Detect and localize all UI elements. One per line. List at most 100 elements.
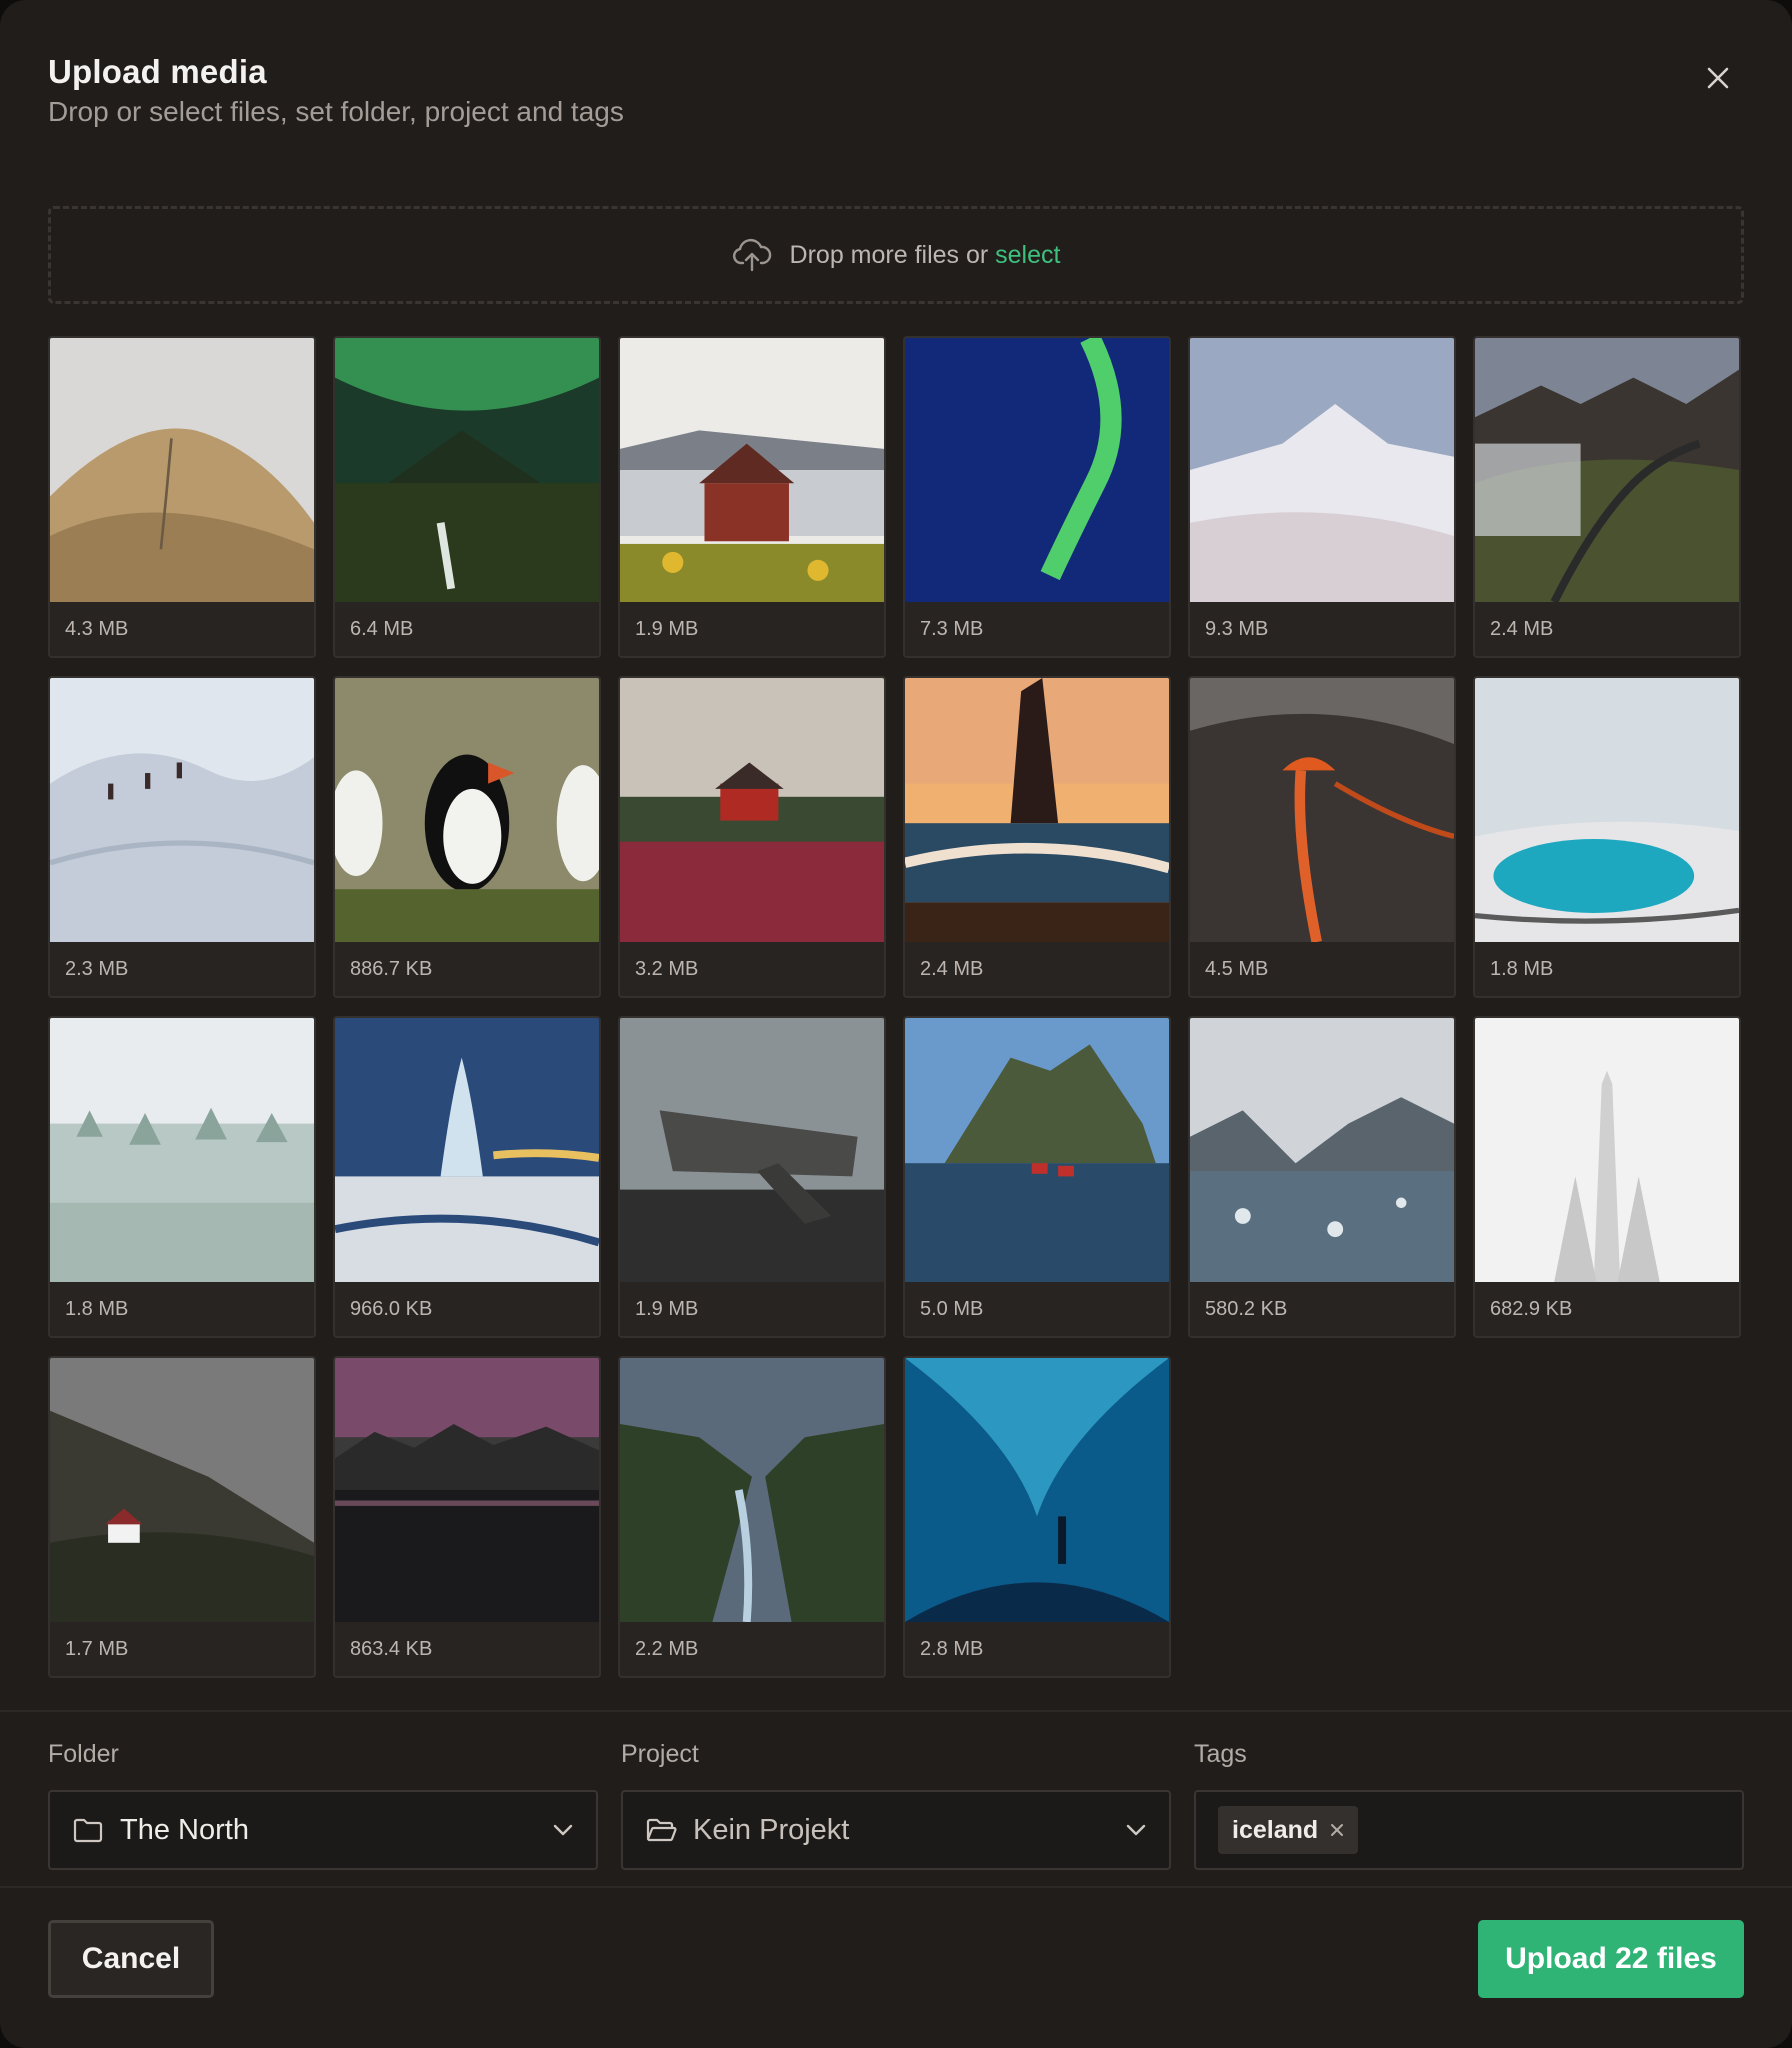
upload-options: Folder The North Project Kein Projekt Ta… xyxy=(48,1736,1744,1870)
thumbnail-image xyxy=(620,1018,884,1282)
file-size: 9.3 MB xyxy=(1205,618,1269,640)
thumbnail-image xyxy=(620,1358,884,1622)
folder-label: Folder xyxy=(48,1740,119,1768)
folder-field: Folder The North xyxy=(48,1736,598,1870)
file-size: 3.2 MB xyxy=(635,958,699,980)
dialog-title: Upload media xyxy=(48,53,267,90)
tags-label: Tags xyxy=(1194,1740,1247,1768)
file-size: 5.0 MB xyxy=(920,1298,984,1320)
file-size: 966.0 KB xyxy=(350,1298,433,1320)
project-value: Kein Projekt xyxy=(693,1813,850,1846)
file-thumbnail-card[interactable]: 7.3 MB xyxy=(903,336,1171,658)
thumbnail-image xyxy=(620,678,884,942)
select-files-link[interactable]: select xyxy=(995,241,1060,269)
file-grid: 4.3 MB 6.4 MB 1.9 MB 7.3 MB 9.3 MB 2.4 MB 2.3 … xyxy=(48,336,1741,1678)
upload-media-dialog: Upload media Drop or select files, set f… xyxy=(0,0,1792,2048)
divider xyxy=(0,1886,1792,1888)
file-thumbnail-card[interactable]: 2.4 MB xyxy=(1473,336,1741,658)
project-select[interactable]: Kein Projekt xyxy=(621,1790,1171,1870)
thumbnail-image xyxy=(50,678,314,942)
file-thumbnail-card[interactable]: 6.4 MB xyxy=(333,336,601,658)
project-label: Project xyxy=(621,1740,699,1768)
close-icon xyxy=(1331,1824,1344,1836)
thumbnail-image xyxy=(1190,678,1454,942)
close-icon xyxy=(1707,67,1729,89)
project-field: Project Kein Projekt xyxy=(621,1736,1171,1870)
file-thumbnail-card[interactable]: 1.7 MB xyxy=(48,1356,316,1678)
thumbnail-image xyxy=(50,1018,314,1282)
file-thumbnail-card[interactable]: 1.9 MB xyxy=(618,336,886,658)
file-size: 1.8 MB xyxy=(65,1298,129,1320)
thumbnail-image xyxy=(905,678,1169,942)
chevron-down-icon xyxy=(553,1824,573,1836)
tag-label: iceland xyxy=(1232,1815,1319,1844)
file-size: 7.3 MB xyxy=(920,618,984,640)
thumbnail-image xyxy=(335,1018,599,1282)
dialog-subtitle: Drop or select files, set folder, projec… xyxy=(48,96,624,127)
file-size: 1.9 MB xyxy=(635,1298,699,1320)
file-size: 886.7 KB xyxy=(350,958,433,980)
file-thumbnail-card[interactable]: 2.4 MB xyxy=(903,676,1171,998)
file-size: 863.4 KB xyxy=(350,1638,433,1660)
dropzone[interactable]: Drop more files or select xyxy=(48,206,1744,304)
folder-icon xyxy=(73,1818,103,1843)
file-size: 2.4 MB xyxy=(920,958,984,980)
file-size: 580.2 KB xyxy=(1205,1298,1288,1320)
thumbnail-image xyxy=(335,338,599,602)
cloud-upload-icon xyxy=(732,238,771,272)
thumbnail-image xyxy=(1190,338,1454,602)
file-thumbnail-card[interactable]: 4.5 MB xyxy=(1188,676,1456,998)
file-thumbnail-card[interactable]: 1.8 MB xyxy=(48,1016,316,1338)
file-size: 4.3 MB xyxy=(65,618,129,640)
thumbnail-image xyxy=(335,1358,599,1622)
file-thumbnail-card[interactable]: 580.2 KB xyxy=(1188,1016,1456,1338)
file-size: 1.7 MB xyxy=(65,1638,129,1660)
file-thumbnail-card[interactable]: 1.8 MB xyxy=(1473,676,1741,998)
file-thumbnail-card[interactable]: 886.7 KB xyxy=(333,676,601,998)
thumbnail-image xyxy=(905,1018,1169,1282)
folder-select[interactable]: The North xyxy=(48,1790,598,1870)
file-size: 1.8 MB xyxy=(1490,958,1554,980)
file-size: 2.2 MB xyxy=(635,1638,699,1660)
file-thumbnail-card[interactable]: 5.0 MB xyxy=(903,1016,1171,1338)
file-size: 2.8 MB xyxy=(920,1638,984,1660)
file-size: 682.9 KB xyxy=(1490,1298,1573,1320)
thumbnail-image xyxy=(50,338,314,602)
folder-open-icon xyxy=(646,1818,677,1842)
file-size: 2.4 MB xyxy=(1490,618,1554,640)
chevron-down-icon xyxy=(1126,1824,1146,1836)
file-thumbnail-card[interactable]: 863.4 KB xyxy=(333,1356,601,1678)
cancel-button[interactable]: Cancel xyxy=(48,1920,214,1998)
file-thumbnail-card[interactable]: 682.9 KB xyxy=(1473,1016,1741,1338)
thumbnail-image xyxy=(50,1358,314,1622)
thumbnail-image xyxy=(905,338,1169,602)
file-size: 6.4 MB xyxy=(350,618,414,640)
thumbnail-image xyxy=(1190,1018,1454,1282)
file-thumbnail-card[interactable]: 2.8 MB xyxy=(903,1356,1171,1678)
thumbnail-image xyxy=(620,338,884,602)
close-button[interactable] xyxy=(1696,56,1740,100)
dialog-header: Upload media Drop or select files, set f… xyxy=(48,52,1744,130)
file-thumbnail-card[interactable]: 2.2 MB xyxy=(618,1356,886,1678)
file-thumbnail-card[interactable]: 1.9 MB xyxy=(618,1016,886,1338)
thumbnail-image xyxy=(1475,338,1739,602)
file-size: 2.3 MB xyxy=(65,958,129,980)
thumbnail-image xyxy=(1475,1018,1739,1282)
file-thumbnail-card[interactable]: 9.3 MB xyxy=(1188,336,1456,658)
upload-button[interactable]: Upload 22 files xyxy=(1478,1920,1744,1998)
tags-field: Tags iceland xyxy=(1194,1736,1744,1870)
file-size: 4.5 MB xyxy=(1205,958,1269,980)
tags-input[interactable]: iceland xyxy=(1194,1790,1744,1870)
file-size: 1.9 MB xyxy=(635,618,699,640)
remove-tag-button[interactable] xyxy=(1330,1823,1344,1837)
thumbnail-image xyxy=(335,678,599,942)
file-thumbnail-card[interactable]: 4.3 MB xyxy=(48,336,316,658)
file-thumbnail-card[interactable]: 966.0 KB xyxy=(333,1016,601,1338)
folder-value: The North xyxy=(120,1813,249,1846)
file-thumbnail-card[interactable]: 2.3 MB xyxy=(48,676,316,998)
divider xyxy=(0,1710,1792,1712)
file-thumbnail-card[interactable]: 3.2 MB xyxy=(618,676,886,998)
dropzone-text: Drop more files or xyxy=(789,240,989,269)
thumbnail-image xyxy=(1475,678,1739,942)
tag-chip: iceland xyxy=(1218,1806,1359,1854)
